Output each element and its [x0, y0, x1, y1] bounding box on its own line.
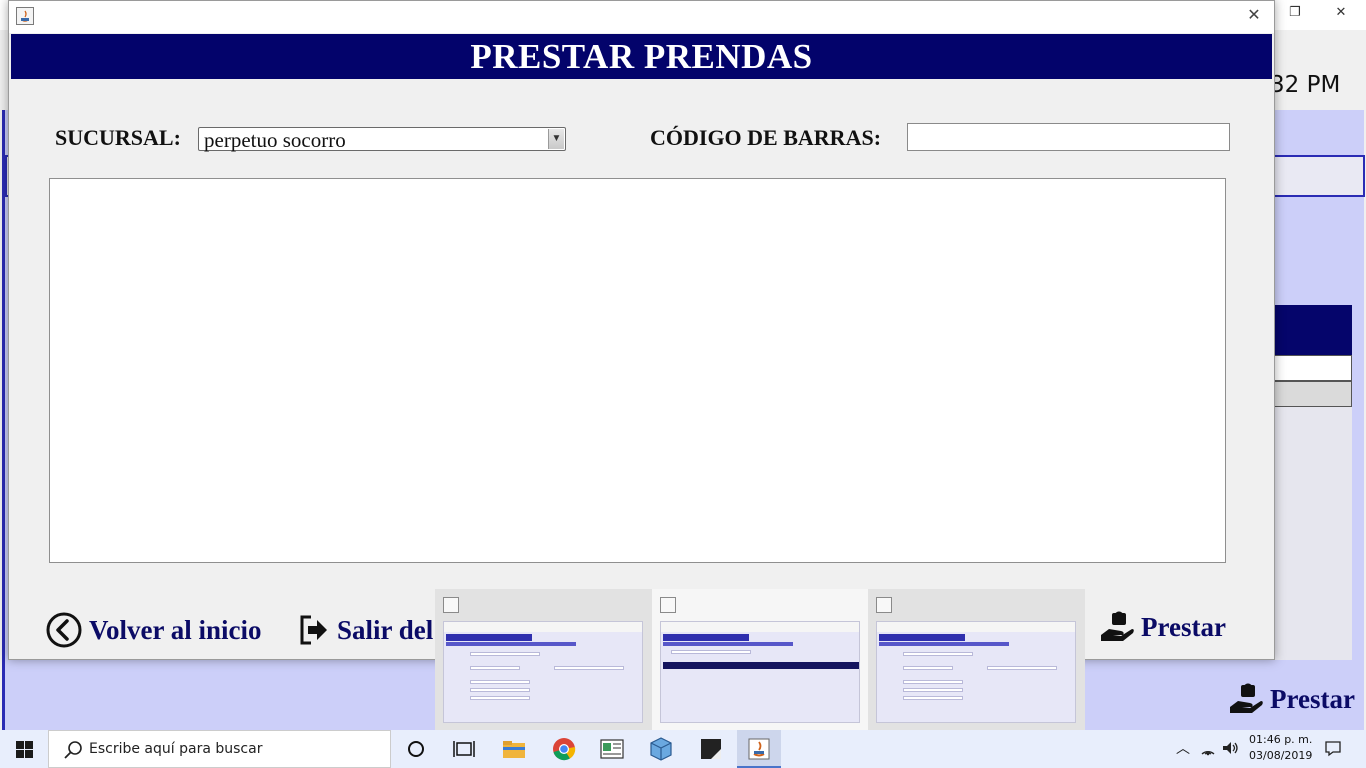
search-icon	[64, 741, 82, 759]
thumbnail-preview	[876, 621, 1077, 723]
volver-label: Volver al inicio	[89, 614, 262, 645]
document-app-icon[interactable]	[598, 735, 626, 763]
network-icon[interactable]	[1199, 738, 1217, 758]
background-table-row	[1270, 381, 1352, 407]
java-app-icon	[876, 597, 893, 613]
background-prestar-label: Prestar	[1270, 683, 1355, 714]
header-band: PRESTAR PRENDAS	[11, 34, 1272, 79]
prestar-prendas-dialog: ✕ PRESTAR PRENDAS SUCURSAL: perpetuo soc…	[8, 0, 1275, 660]
prestar-button[interactable]: Prestar	[1099, 611, 1226, 643]
chevron-down-icon[interactable]: ▼	[548, 129, 564, 149]
prestar-label: Prestar	[1141, 611, 1226, 642]
start-button[interactable]	[0, 730, 48, 768]
virtualbox-icon[interactable]	[647, 735, 675, 763]
sucursal-label: SUCURSAL:	[55, 125, 181, 150]
barcode-label: CÓDIGO DE BARRAS:	[650, 125, 882, 150]
restore-icon[interactable]: ❐	[1283, 2, 1307, 22]
taskbar-thumbnail-popup	[435, 589, 1085, 730]
windows-taskbar: Escribe aquí para buscar ︿ 01:46 p. m. 0…	[0, 730, 1366, 768]
sucursal-dropdown[interactable]: perpetuo socorro ▼	[198, 127, 566, 152]
sucursal-selected-value: perpetuo socorro	[204, 128, 346, 152]
background-prestar-button[interactable]: Prestar	[1228, 683, 1355, 715]
page-title: PRESTAR PRENDAS	[470, 37, 813, 76]
hand-bag-icon	[1230, 683, 1263, 713]
system-clock[interactable]: 01:46 p. m. 03/08/2019	[1249, 732, 1312, 764]
task-view-icon[interactable]	[450, 735, 478, 763]
dialog-close-icon[interactable]: ✕	[1242, 5, 1266, 27]
clock-time: 01:46 p. m.	[1249, 733, 1313, 746]
sticky-notes-icon[interactable]	[697, 735, 725, 763]
garments-list-area[interactable]	[49, 178, 1226, 563]
volver-al-inicio-button[interactable]: Volver al inicio	[45, 611, 262, 649]
background-table-row	[1270, 355, 1352, 381]
chevron-up-icon[interactable]: ︿	[1174, 738, 1192, 758]
clock-date: 03/08/2019	[1249, 749, 1313, 762]
search-placeholder: Escribe aquí para buscar	[89, 741, 263, 757]
notification-icon[interactable]	[1324, 738, 1342, 758]
thumbnail-preview	[443, 621, 643, 723]
hand-bag-icon	[1101, 611, 1134, 641]
dialog-titlebar: ✕	[9, 1, 1274, 33]
barcode-input[interactable]	[907, 123, 1230, 151]
background-table-header	[1270, 305, 1352, 357]
background-clock: 32 PM	[1270, 72, 1341, 98]
thumbnail-preview	[659, 621, 860, 723]
exit-door-icon	[300, 615, 327, 645]
close-icon[interactable]: ✕	[1329, 2, 1353, 22]
background-table-body	[1270, 407, 1352, 660]
back-circle-icon	[46, 612, 82, 648]
java-app-icon	[16, 7, 34, 25]
chrome-icon[interactable]	[550, 735, 578, 763]
salir-label: Salir del	[337, 614, 434, 645]
window-thumbnail[interactable]	[868, 589, 1085, 730]
file-explorer-icon[interactable]	[500, 735, 528, 763]
java-app-icon	[659, 597, 676, 613]
java-taskbar-button[interactable]	[737, 730, 781, 768]
window-thumbnail[interactable]	[651, 589, 869, 730]
cortana-icon[interactable]	[402, 735, 430, 763]
window-thumbnail[interactable]	[435, 589, 652, 730]
volume-icon[interactable]	[1221, 738, 1239, 758]
taskbar-search-box[interactable]: Escribe aquí para buscar	[48, 730, 391, 768]
java-app-icon	[443, 597, 459, 613]
java-app-icon	[748, 738, 770, 760]
salir-button[interactable]: Salir del	[299, 611, 433, 649]
